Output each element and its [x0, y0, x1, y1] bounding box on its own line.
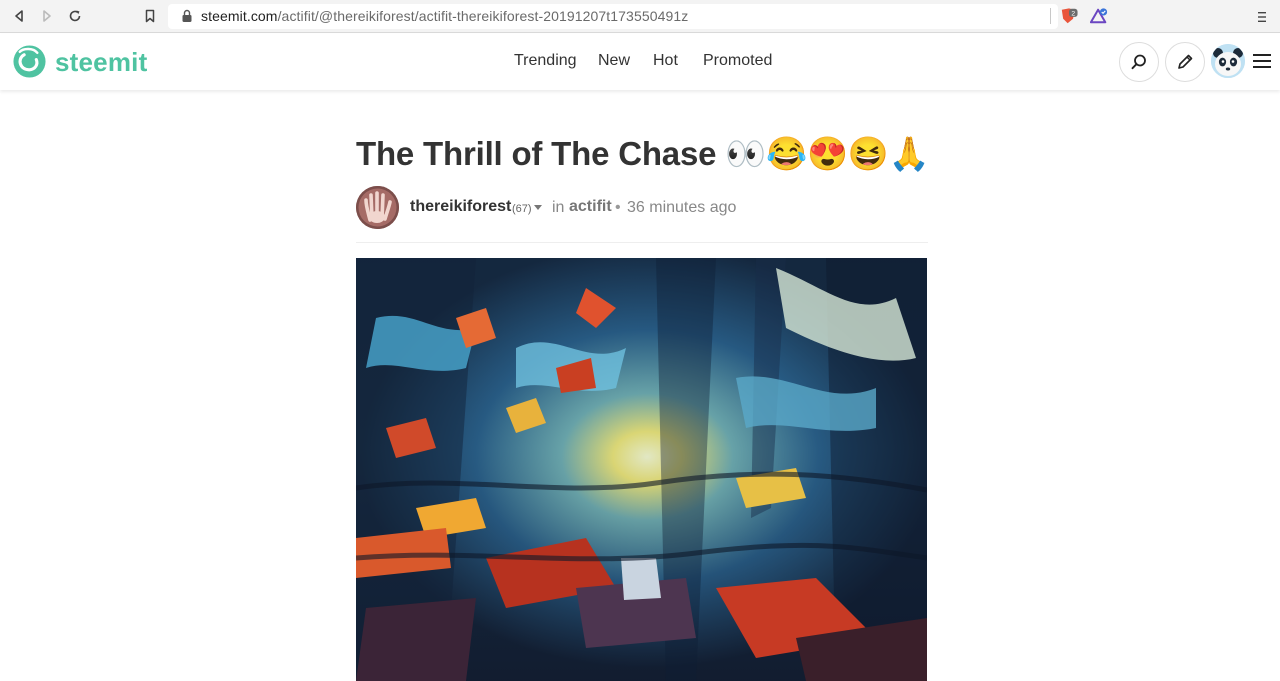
submit-post-button[interactable]: [1165, 42, 1205, 82]
nav-new[interactable]: New: [598, 52, 630, 70]
steemit-logo-icon[interactable]: [12, 44, 47, 79]
search-button[interactable]: [1119, 42, 1159, 82]
url-host: steemit.com: [201, 8, 278, 24]
byline-divider: [356, 242, 928, 243]
forward-icon[interactable]: [38, 7, 56, 25]
post-title: The Thrill of The Chase 👀😂😍😆🙏: [356, 135, 930, 172]
post-hero-image: [356, 258, 927, 681]
author-name[interactable]: thereikiforest: [410, 198, 511, 216]
nav-promoted[interactable]: Promoted: [703, 52, 772, 70]
back-icon[interactable]: [10, 7, 28, 25]
browser-menu-icon[interactable]: [1256, 9, 1268, 25]
url-text[interactable]: steemit.com/actifit/@thereikiforest/acti…: [201, 8, 688, 24]
site-header: steemit Trending New Hot Promoted: [0, 34, 1280, 90]
url-path: /actifit/@thereikiforest/actifit-thereik…: [277, 8, 689, 24]
author-reputation: (67): [512, 203, 532, 215]
browser-toolbar: steemit.com/actifit/@thereikiforest/acti…: [0, 0, 1280, 33]
painted-forest-image: [356, 258, 927, 681]
hand-avatar-icon: [356, 186, 399, 229]
post-byline: thereikiforest (67) in actifit • 36 minu…: [356, 186, 928, 230]
reload-icon[interactable]: [66, 7, 84, 25]
lock-icon: [182, 9, 192, 22]
brave-shield-icon[interactable]: 2: [1060, 7, 1078, 25]
panda-avatar-icon: [1211, 44, 1245, 78]
hamburger-menu-icon[interactable]: [1253, 53, 1271, 69]
shield-badge-count: 2: [1071, 11, 1075, 18]
post-time: 36 minutes ago: [627, 199, 737, 216]
author-avatar[interactable]: [356, 186, 399, 229]
pencil-icon: [1178, 54, 1193, 69]
author-dropdown-caret-icon[interactable]: [534, 205, 542, 210]
address-divider: [1050, 8, 1051, 24]
nav-trending[interactable]: Trending: [514, 52, 577, 70]
bookmark-icon[interactable]: [141, 7, 159, 25]
in-label: in: [552, 199, 565, 216]
community-link[interactable]: actifit: [569, 198, 612, 216]
brand-name[interactable]: steemit: [55, 47, 147, 78]
search-icon: [1131, 54, 1146, 70]
byline-separator: •: [615, 199, 621, 216]
brave-rewards-icon[interactable]: [1090, 7, 1108, 25]
user-avatar[interactable]: [1211, 44, 1245, 78]
nav-hot[interactable]: Hot: [653, 52, 678, 70]
